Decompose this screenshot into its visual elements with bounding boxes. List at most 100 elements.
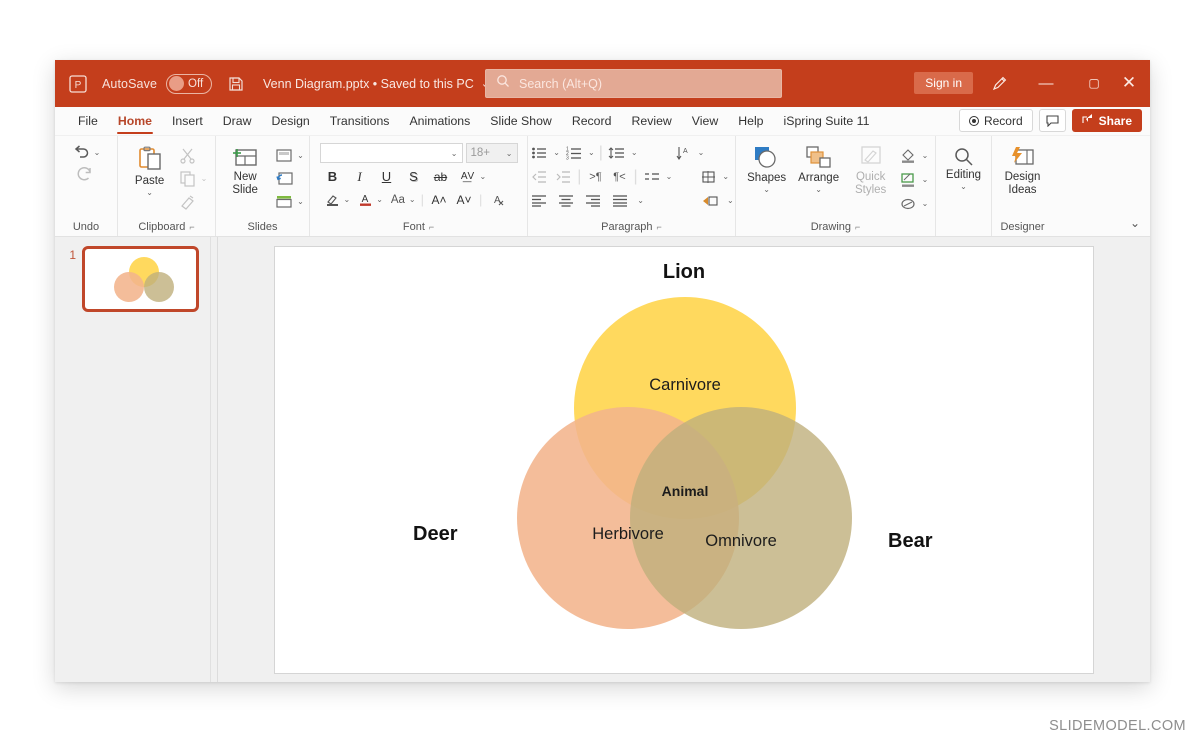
ltr-text-direction-icon[interactable]: >¶	[585, 167, 605, 186]
venn-inner-label-omnivore[interactable]: Omnivore	[630, 532, 852, 551]
convert-smartart-icon[interactable]	[700, 191, 720, 210]
shape-effects-chevron-down-icon[interactable]: ⌄	[922, 199, 929, 208]
align-center-icon[interactable]	[556, 191, 576, 210]
document-title[interactable]: Venn Diagram.pptx • Saved to this PC	[263, 77, 474, 91]
shape-fill-button[interactable]: ⌄	[899, 146, 929, 165]
maximize-button[interactable]: ▢	[1081, 71, 1107, 95]
venn-outer-label-bear[interactable]: Bear	[888, 530, 932, 553]
new-slide-button[interactable]: New Slide	[221, 143, 269, 197]
copy-chevron-down-icon[interactable]: ⌄	[201, 174, 208, 183]
align-text-chevron-down-icon[interactable]: ⌄	[666, 172, 673, 181]
tab-slide-show[interactable]: Slide Show	[480, 107, 562, 135]
tab-ispring-suite[interactable]: iSpring Suite 11	[774, 107, 880, 135]
shapes-button[interactable]: Shapes ⌄	[743, 143, 791, 194]
font-color-chevron-down-icon[interactable]: ⌄	[376, 195, 383, 204]
paste-button[interactable]: Paste ⌄	[126, 143, 174, 197]
change-case-button[interactable]: Aa ⌄	[388, 190, 416, 209]
change-case-chevron-down-icon[interactable]: ⌄	[409, 195, 416, 204]
paste-chevron-down-icon[interactable]: ⌄	[146, 188, 153, 197]
share-button[interactable]: Share	[1071, 109, 1142, 132]
tab-view[interactable]: View	[682, 107, 728, 135]
venn-diagram[interactable]: Lion Deer Bear Carnivore Herbivore Omniv…	[275, 247, 1093, 673]
autosave-toggle[interactable]: Off	[166, 73, 213, 94]
highlight-chevron-down-icon[interactable]: ⌄	[344, 195, 351, 204]
character-spacing-chevron-down-icon[interactable]: ⌄	[480, 172, 487, 181]
shape-outline-chevron-down-icon[interactable]: ⌄	[922, 175, 929, 184]
tab-animations[interactable]: Animations	[399, 107, 480, 135]
shapes-chevron-down-icon[interactable]: ⌄	[763, 185, 770, 194]
search-input[interactable]: Search (Alt+Q)	[485, 69, 782, 98]
slide-canvas[interactable]: Lion Deer Bear Carnivore Herbivore Omniv…	[274, 246, 1094, 674]
slide-thumbnail-1[interactable]	[82, 246, 199, 312]
paragraph-dialog-launcher[interactable]: ⌐	[657, 220, 662, 235]
convert-to-smartart-icon[interactable]	[698, 167, 718, 186]
quick-styles-button[interactable]: Quick Styles	[847, 143, 895, 197]
redo-button[interactable]	[76, 165, 95, 183]
ribbon-collapse-chevron-down-icon[interactable]: ⌄	[1130, 216, 1140, 230]
layout-chevron-down-icon[interactable]: ⌄	[297, 151, 304, 160]
text-direction-icon[interactable]: A	[674, 143, 694, 162]
shape-fill-chevron-down-icon[interactable]: ⌄	[922, 151, 929, 160]
save-icon[interactable]	[226, 74, 246, 94]
align-left-icon[interactable]	[529, 191, 549, 210]
line-spacing-icon[interactable]	[607, 143, 627, 162]
character-spacing-button[interactable]: A͟V ⌄	[458, 167, 487, 186]
arrange-button[interactable]: Arrange ⌄	[795, 143, 843, 194]
tab-transitions[interactable]: Transitions	[320, 107, 400, 135]
reset-slide-icon[interactable]	[274, 169, 294, 188]
font-name-input[interactable]: ⌄	[319, 143, 463, 163]
tab-help[interactable]: Help	[728, 107, 773, 135]
line-spacing-chevron-down-icon[interactable]: ⌄	[631, 148, 638, 157]
thumbnail-scrollbar[interactable]	[210, 237, 217, 682]
shape-effects-button[interactable]: ⌄	[899, 194, 929, 213]
font-name-chevron-down-icon[interactable]: ⌄	[451, 149, 458, 158]
close-button[interactable]: ✕	[1106, 71, 1150, 95]
font-size-chevron-down-icon[interactable]: ⌄	[506, 149, 513, 158]
sign-in-button[interactable]: Sign in	[914, 72, 973, 94]
increase-font-size-button[interactable]: A˄	[429, 190, 449, 209]
pen-icon[interactable]	[986, 71, 1012, 95]
numbering-icon[interactable]: 123	[564, 143, 584, 162]
arrange-chevron-down-icon[interactable]: ⌄	[815, 185, 822, 194]
text-highlight-button[interactable]: ⌄	[323, 190, 351, 209]
thumbnail-row[interactable]: 1	[55, 246, 217, 312]
text-direction-chevron-down-icon[interactable]: ⌄	[698, 148, 705, 157]
section-chevron-down-icon[interactable]: ⌄	[297, 197, 304, 206]
text-shadow-button[interactable]: S	[404, 167, 424, 186]
rtl-text-direction-icon[interactable]: ¶<	[609, 167, 629, 186]
font-dialog-launcher[interactable]: ⌐	[429, 220, 434, 235]
tab-draw[interactable]: Draw	[213, 107, 262, 135]
align-text-icon[interactable]	[642, 167, 662, 186]
bold-button[interactable]: B	[323, 167, 343, 186]
smartart-chevron-down-icon[interactable]: ⌄	[722, 172, 729, 181]
venn-circle-bear[interactable]	[630, 407, 852, 629]
tab-review[interactable]: Review	[621, 107, 681, 135]
minimize-button[interactable]: —	[1033, 71, 1059, 95]
record-button[interactable]: Record	[958, 109, 1033, 132]
convert-smartart-chevron-down-icon[interactable]: ⌄	[727, 196, 734, 205]
increase-indent-icon[interactable]	[553, 167, 573, 186]
editing-button[interactable]: Editing ⌄	[940, 143, 988, 191]
tab-record[interactable]: Record	[562, 107, 622, 135]
venn-outer-label-deer[interactable]: Deer	[413, 523, 457, 546]
section-button[interactable]: ⌄	[274, 192, 304, 211]
format-painter-icon[interactable]	[178, 192, 198, 211]
venn-outer-label-lion[interactable]: Lion	[275, 261, 1093, 284]
bullets-icon[interactable]	[529, 143, 549, 162]
decrease-indent-icon[interactable]	[529, 167, 549, 186]
tab-design[interactable]: Design	[261, 107, 319, 135]
venn-inner-label-carnivore[interactable]: Carnivore	[574, 376, 796, 395]
strikethrough-button[interactable]: ab	[431, 167, 451, 186]
italic-button[interactable]: I	[350, 167, 370, 186]
drawing-dialog-launcher[interactable]: ⌐	[855, 220, 860, 235]
font-size-input[interactable]: 18+ ⌄	[465, 143, 518, 163]
numbering-chevron-down-icon[interactable]: ⌄	[588, 148, 595, 157]
underline-button[interactable]: U	[377, 167, 397, 186]
tab-home[interactable]: Home	[108, 107, 162, 135]
comment-icon[interactable]	[1038, 109, 1066, 132]
columns-chevron-down-icon[interactable]: ⌄	[637, 196, 644, 205]
justify-icon[interactable]	[610, 191, 630, 210]
cut-icon[interactable]	[178, 146, 198, 165]
tab-file[interactable]: File	[68, 107, 108, 135]
bullets-chevron-down-icon[interactable]: ⌄	[553, 148, 560, 157]
